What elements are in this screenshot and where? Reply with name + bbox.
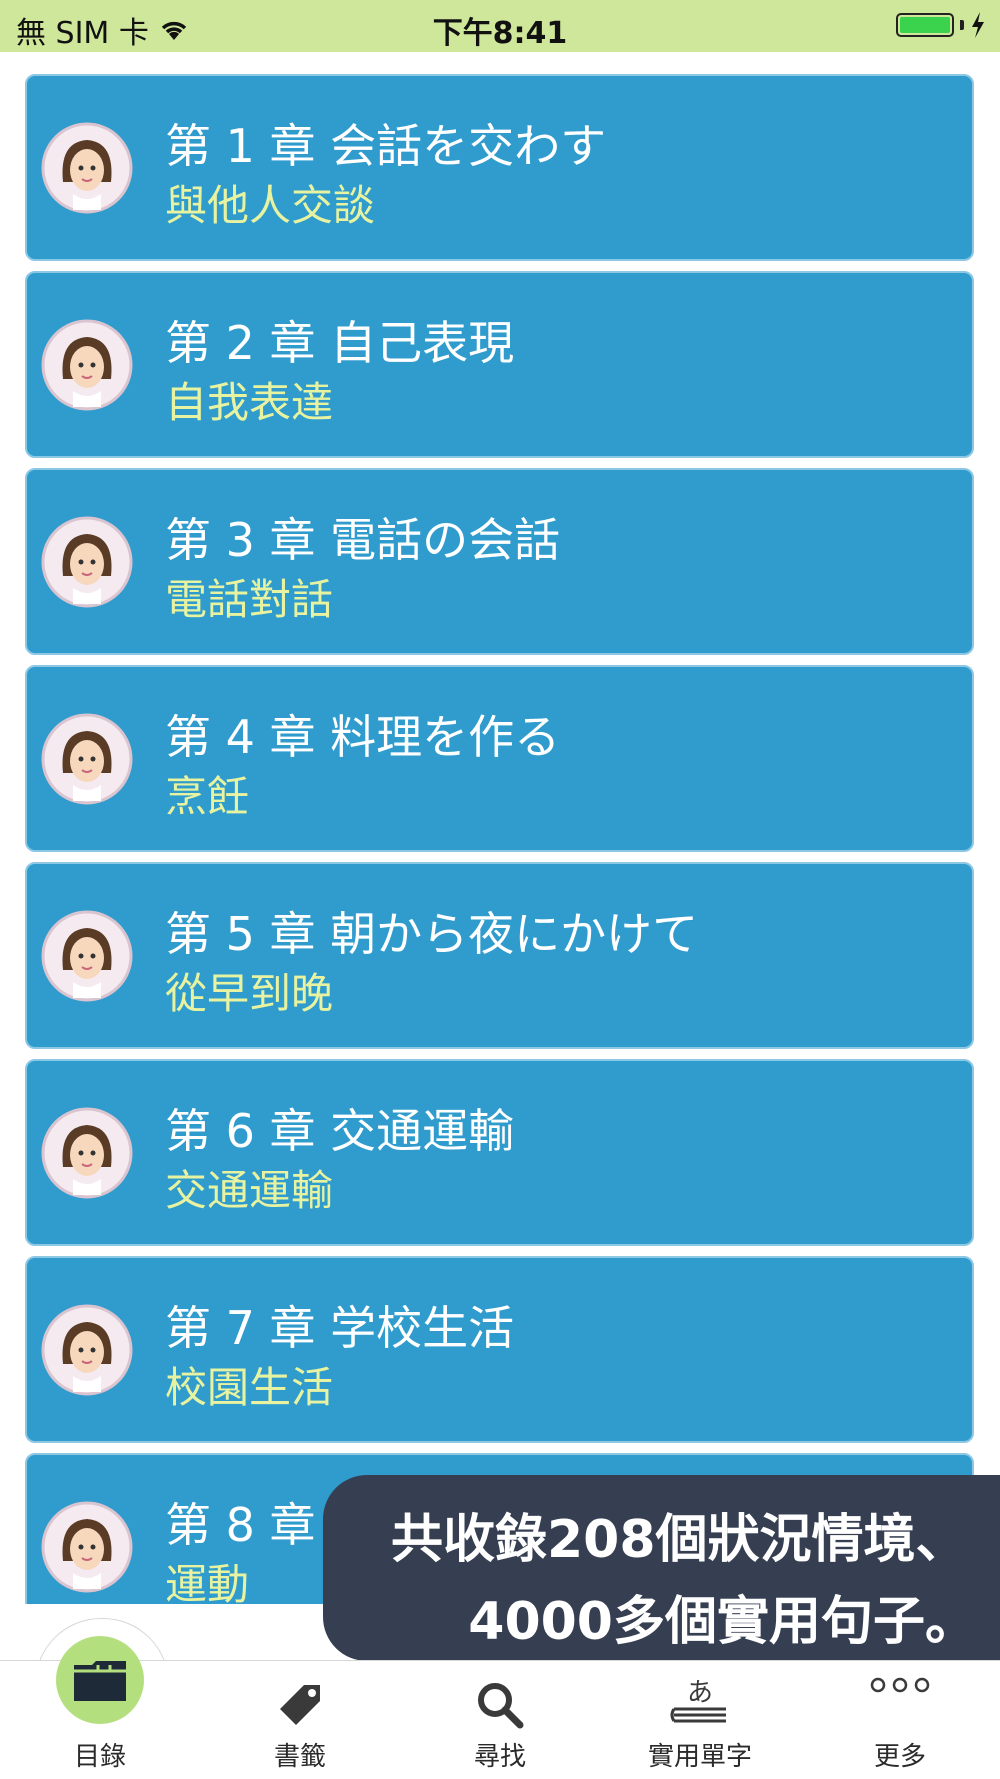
chapter-subtitle: 從早到晚 bbox=[165, 969, 334, 1018]
chapter-title: 第 4 章 料理を作る bbox=[165, 710, 561, 764]
chapter-title: 第 7 章 学校生活 bbox=[165, 1301, 515, 1355]
chapter-title: 第 8 章 bbox=[165, 1498, 316, 1552]
avatar-icon bbox=[41, 1501, 133, 1593]
battery-icon bbox=[896, 13, 954, 37]
chapter-card[interactable]: 第 3 章 電話の会話 電話對話 bbox=[25, 468, 974, 655]
chapter-title: 第 2 章 自己表現 bbox=[165, 316, 515, 370]
search-icon bbox=[478, 1683, 524, 1729]
chapter-subtitle: 與他人交談 bbox=[165, 181, 376, 230]
tab-label: 目錄 bbox=[73, 1742, 126, 1772]
avatar-icon bbox=[41, 910, 133, 1002]
tab-search[interactable]: 尋找 bbox=[400, 1661, 600, 1779]
book-kana-icon: あ bbox=[670, 1678, 726, 1723]
tab-bookmarks[interactable]: 書籤 bbox=[200, 1661, 400, 1779]
status-time: 下午8:41 bbox=[432, 16, 568, 51]
tab-more[interactable]: 更多 bbox=[800, 1661, 1000, 1779]
toast-line-2: 4000多個實用句子。 bbox=[468, 1592, 977, 1652]
chapter-card[interactable]: 第 1 章 会話を交わす 與他人交談 bbox=[25, 74, 974, 261]
tab-label: 書籤 bbox=[273, 1742, 326, 1772]
chapter-subtitle: 交通運輸 bbox=[165, 1166, 334, 1215]
tab-label: 尋找 bbox=[473, 1742, 526, 1772]
status-right bbox=[896, 12, 986, 38]
avatar-icon bbox=[41, 1107, 133, 1199]
chapter-title: 第 1 章 会話を交わす bbox=[165, 119, 607, 173]
tab-vocabulary[interactable]: あ 實用單字 bbox=[600, 1661, 800, 1779]
chapter-card[interactable]: 第 7 章 学校生活 校園生活 bbox=[25, 1256, 974, 1443]
chapter-subtitle: 自我表達 bbox=[165, 378, 334, 427]
avatar-icon bbox=[41, 122, 133, 214]
info-toast: 共收錄208個狀況情境、 4000多個實用句子。 bbox=[323, 1475, 1000, 1661]
tag-icon bbox=[280, 1685, 320, 1725]
toast-line-1: 共收錄208個狀況情境、 bbox=[391, 1510, 968, 1570]
chapter-subtitle: 烹飪 bbox=[165, 772, 250, 821]
tab-label: 實用單字 bbox=[647, 1742, 752, 1772]
chapter-subtitle: 電話對話 bbox=[165, 575, 334, 624]
battery-fill bbox=[900, 17, 950, 33]
tab-label: 更多 bbox=[873, 1742, 926, 1772]
active-tab-indicator[interactable] bbox=[56, 1636, 144, 1724]
chapter-subtitle: 運動 bbox=[165, 1560, 250, 1604]
chapter-card[interactable]: 第 6 章 交通運輸 交通運輸 bbox=[25, 1059, 974, 1246]
charging-bolt-icon bbox=[972, 12, 984, 38]
chapter-title: 第 6 章 交通運輸 bbox=[165, 1104, 515, 1158]
tab-bar: 目錄 書籤 尋找 あ 實用單字 更多 bbox=[0, 1660, 1000, 1779]
status-bar: 無 SIM 卡 下午8:41 bbox=[0, 0, 1000, 52]
chapter-title: 第 5 章 朝から夜にかけて bbox=[165, 907, 699, 961]
avatar-icon bbox=[41, 319, 133, 411]
chapter-card[interactable]: 第 4 章 料理を作る 烹飪 bbox=[25, 665, 974, 852]
more-dots-icon bbox=[870, 1677, 930, 1693]
svg-text:あ: あ bbox=[687, 1678, 713, 1708]
chapter-card[interactable]: 第 5 章 朝から夜にかけて 從早到晚 bbox=[25, 862, 974, 1049]
chapter-subtitle: 校園生活 bbox=[165, 1363, 334, 1412]
chapter-card[interactable]: 第 2 章 自己表現 自我表達 bbox=[25, 271, 974, 458]
chapter-title: 第 3 章 電話の会話 bbox=[165, 513, 561, 567]
avatar-icon bbox=[41, 713, 133, 805]
battery-tip bbox=[960, 20, 964, 30]
folder-icon bbox=[74, 1661, 126, 1701]
avatar-icon bbox=[41, 1304, 133, 1396]
avatar-icon bbox=[41, 516, 133, 608]
chapter-list: 第 1 章 会話を交わす 與他人交談 第 2 章 自己表現 自我表達 第 3 章… bbox=[0, 52, 1000, 1604]
